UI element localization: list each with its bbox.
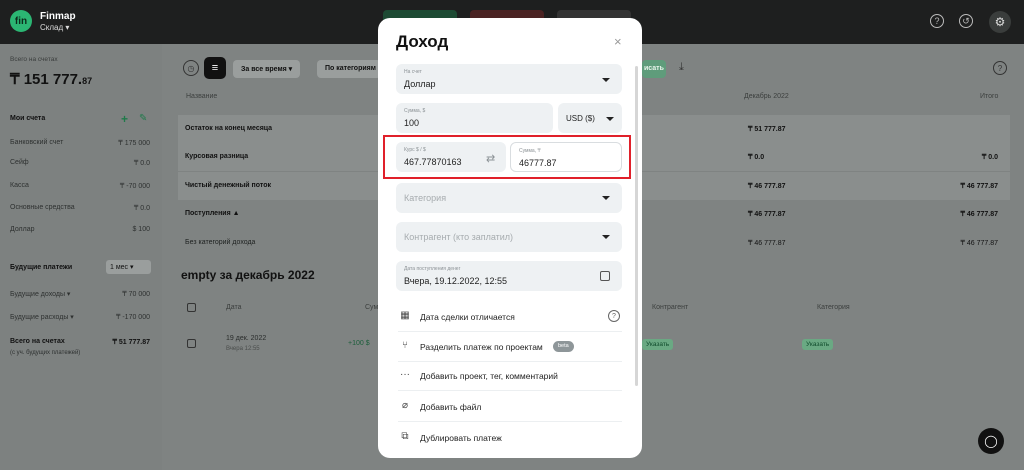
total-caption: Всего на счетах <box>10 56 58 63</box>
col-name-header: Название <box>186 93 218 100</box>
add-project-tag-comment-action[interactable]: ··· Добавить проект, тег, комментарий <box>398 361 622 391</box>
amount-input[interactable]: Сумма, $ 100 <box>396 103 553 133</box>
currency-select[interactable]: USD ($) <box>558 103 622 133</box>
add-account-icon[interactable]: + <box>121 112 128 126</box>
chevron-down-icon <box>606 117 614 121</box>
total-with-future-sub: (с уч. будущих платежей) <box>10 350 81 356</box>
period-filter-button[interactable]: За все время ▾ <box>233 60 301 78</box>
modal-scrollbar[interactable] <box>635 66 638 386</box>
more-dots-icon: ··· <box>400 369 410 380</box>
th-category: Категория <box>817 304 850 311</box>
help-icon[interactable]: ? <box>993 61 1007 75</box>
account-row[interactable]: Сейф ₸ 0.0 <box>10 159 150 167</box>
income-modal: Доход × На счет Доллар Сумма, $ 100 USD … <box>378 18 642 458</box>
col-month-header: Декабрь 2022 <box>744 93 789 100</box>
copy-icon: ⧉ <box>401 431 409 442</box>
future-period-select[interactable]: 1 мес ▾ <box>106 260 151 274</box>
help-icon[interactable]: ? <box>930 14 944 28</box>
col-total-header: Итого <box>980 93 999 100</box>
finmap-logo[interactable]: fin <box>10 10 32 32</box>
th-contractor: Контрагент <box>652 304 689 311</box>
tx-time: Вчера 12:55 <box>226 346 260 352</box>
future-income-row[interactable]: Будущие доходы ▾ ₸ 70 000 <box>10 290 150 298</box>
future-expense-row[interactable]: Будущие расходы ▾ ₸ -170 000 <box>10 313 150 321</box>
category-select[interactable]: Категория <box>396 183 622 213</box>
account-row[interactable]: Касса ₸ -70 000 <box>10 182 150 190</box>
modal-title: Доход <box>396 32 449 51</box>
chevron-down-icon <box>602 78 610 82</box>
select-all-checkbox[interactable] <box>187 303 196 312</box>
edit-accounts-icon[interactable]: ✎ <box>139 113 147 124</box>
clock-icon[interactable]: ◷ <box>183 60 199 76</box>
calendar-icon[interactable] <box>600 271 610 281</box>
workspace-selector[interactable]: Склад ▾ <box>40 23 69 32</box>
list-view-icon[interactable]: ≡ <box>204 57 226 79</box>
specify-contractor-badge[interactable]: Указать <box>642 339 674 350</box>
split-by-projects-action[interactable]: ⑂ Разделить платеж по проектам beta <box>398 332 622 362</box>
beta-badge: beta <box>553 341 574 352</box>
account-row[interactable]: Основные средства ₸ 0.0 <box>10 204 150 212</box>
calendar-icon: ▦ <box>400 310 410 321</box>
describe-button[interactable]: исать <box>642 60 666 78</box>
gear-icon[interactable]: ⚙ <box>989 11 1011 33</box>
app-name: Finmap <box>40 11 76 22</box>
th-date: Дата <box>226 304 242 311</box>
accounts-title: Мои счета <box>10 115 46 122</box>
converted-amount-input[interactable]: Сумма, ₸ 46777.87 <box>510 142 622 172</box>
history-icon[interactable]: ↺ <box>959 14 973 28</box>
close-icon[interactable]: × <box>614 34 622 49</box>
tx-date: 19 дек. 2022 <box>226 335 267 342</box>
paperclip-icon: ⌀ <box>401 400 409 411</box>
add-file-action[interactable]: ⌀ Добавить файл <box>398 392 622 422</box>
sidebar <box>0 44 162 470</box>
question-icon: ? <box>608 310 620 322</box>
account-row[interactable]: Доллар $ 100 <box>10 226 150 233</box>
contractor-select[interactable]: Контрагент (кто заплатил) <box>396 222 622 252</box>
split-icon: ⑂ <box>402 340 408 351</box>
total-balance: ₸ 151 777.87 <box>10 71 93 88</box>
chevron-down-icon <box>602 196 610 200</box>
chat-icon[interactable]: ◯ <box>978 428 1004 454</box>
account-select[interactable]: На счет Доллар <box>396 64 622 94</box>
row-checkbox[interactable] <box>187 339 196 348</box>
account-row[interactable]: Банковский счет ₸ 175 000 <box>10 139 150 147</box>
date-input[interactable]: Дата поступления денег Вчера, 19.12.2022… <box>396 261 622 291</box>
total-with-future-row: Всего на счетах ₸ 51 777.87 <box>10 338 150 346</box>
duplicate-payment-action[interactable]: ⧉ Дублировать платеж <box>398 423 622 453</box>
section-title: empty за декабрь 2022 <box>181 268 315 282</box>
specify-category-badge[interactable]: Указать <box>802 339 834 350</box>
deal-date-differs-toggle[interactable]: ▦ Дата сделки отличается ? <box>398 302 622 332</box>
category-filter-button[interactable]: По категориям <box>317 60 381 78</box>
swap-icon[interactable]: ⇄ <box>486 152 495 165</box>
download-icon[interactable]: ⤓ <box>679 61 684 74</box>
tx-amount: +100 $ <box>348 340 370 347</box>
chevron-down-icon <box>602 235 610 239</box>
